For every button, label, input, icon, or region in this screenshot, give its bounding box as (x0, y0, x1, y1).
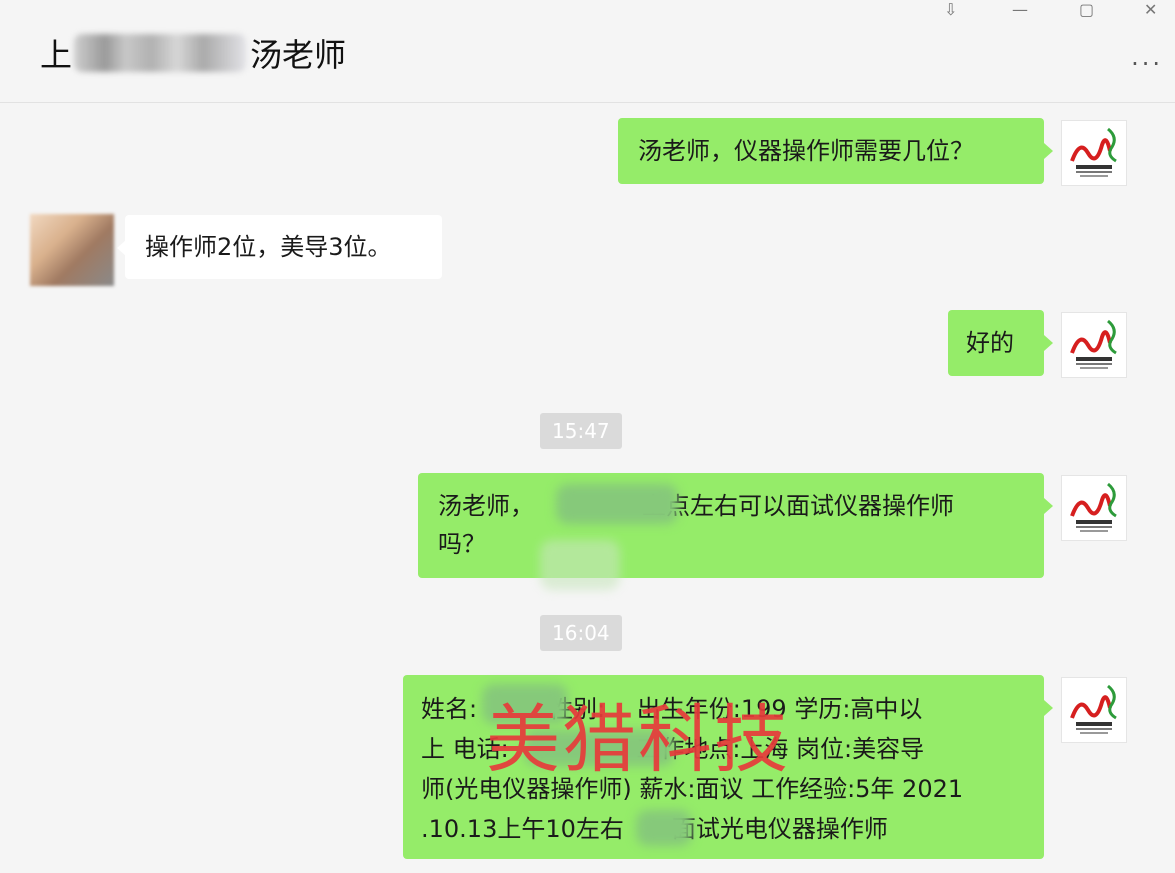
message-text: 汤老师，仪器操作师需要几位？ (638, 137, 974, 165)
close-icon[interactable]: ✕ (1144, 0, 1157, 19)
my-avatar[interactable] (1061, 312, 1127, 378)
redacted-name (74, 34, 247, 72)
chat-title: 上 汤老师 (40, 30, 346, 76)
redaction-blur (556, 484, 678, 524)
contact-avatar[interactable] (30, 214, 114, 286)
meilie-logo-icon (1070, 482, 1117, 532)
message-text: 好的 (966, 329, 1014, 357)
redaction-blur (540, 540, 620, 590)
message-bubble-sent[interactable]: 汤老师，仪器操作师需要几位？ (618, 118, 1044, 184)
bubble-tail (1044, 143, 1053, 159)
message-line: 汤老师， 上点左右可以面试仪器操作师 (438, 487, 1044, 525)
message-bubble-received[interactable]: 操作师2位，美导3位。 (125, 215, 442, 279)
redaction-blur (636, 810, 692, 846)
timestamp: 16:04 (540, 615, 622, 651)
chat-title-suffix: 汤老师 (250, 36, 347, 74)
chat-title-prefix: 上 (40, 36, 73, 74)
meilie-logo-icon (1070, 127, 1117, 177)
chat-header: 上 汤老师 ⇩ — ▢ ✕ ··· (0, 0, 1175, 103)
bubble-tail (1044, 700, 1053, 716)
bubble-tail (1044, 498, 1053, 514)
my-avatar[interactable] (1061, 120, 1127, 186)
message-text: 汤老师， (438, 492, 534, 520)
maximize-icon[interactable]: ▢ (1079, 0, 1094, 19)
message-bubble-sent[interactable]: 好的 (948, 310, 1044, 376)
bubble-tail (1044, 335, 1053, 351)
message-bubble-sent[interactable]: 汤老师， 上点左右可以面试仪器操作师 吗？ (418, 473, 1044, 578)
more-options-icon[interactable]: ··· (1131, 50, 1163, 78)
message-text: 操作师2位，美导3位。 (145, 233, 392, 261)
watermark-text: 美猎科技 (486, 697, 790, 783)
pin-icon[interactable]: ⇩ (944, 0, 957, 19)
minimize-icon[interactable]: — (1012, 0, 1028, 19)
message-line: 吗？ (438, 530, 486, 558)
meilie-logo-icon (1070, 684, 1117, 734)
my-avatar[interactable] (1061, 475, 1127, 541)
message-text: 上点左右可以面试仪器操作师 (642, 492, 954, 520)
timestamp: 15:47 (540, 413, 622, 449)
my-avatar[interactable] (1061, 677, 1127, 743)
meilie-logo-icon (1070, 319, 1117, 369)
message-line: .10.13上午10左右 面试光电仪器操作师 (421, 815, 888, 843)
